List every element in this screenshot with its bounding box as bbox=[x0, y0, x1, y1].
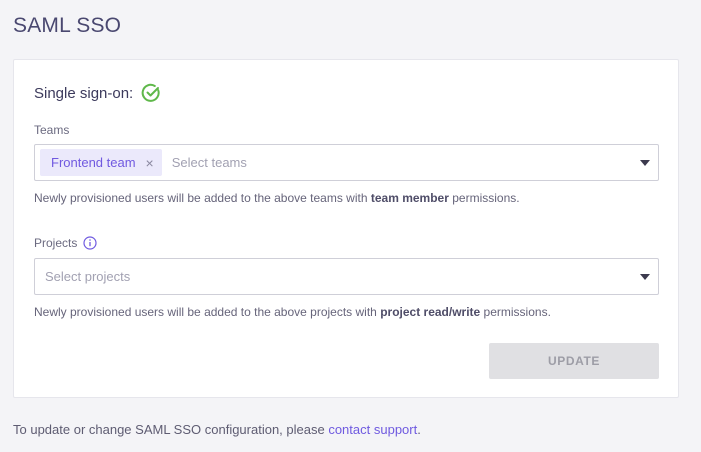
close-icon[interactable]: × bbox=[146, 155, 154, 171]
footer-text: To update or change SAML SSO configurati… bbox=[13, 422, 329, 437]
teams-helper-prefix: Newly provisioned users will be added to… bbox=[34, 191, 371, 205]
projects-label-text: Projects bbox=[34, 236, 78, 250]
teams-label: Teams bbox=[34, 123, 69, 137]
teams-select[interactable]: Frontend team × Select teams bbox=[34, 144, 659, 181]
teams-label-text: Teams bbox=[34, 123, 70, 137]
projects-helper-suffix: permissions. bbox=[480, 305, 551, 319]
sso-card: Single sign-on: Teams Frontend team × Se… bbox=[13, 59, 679, 398]
teams-helper-bold: team member bbox=[370, 191, 449, 205]
footer-note: To update or change SAML SSO configurati… bbox=[13, 422, 421, 437]
page-title: SAML SSO bbox=[13, 14, 122, 37]
caret-down-icon[interactable] bbox=[640, 160, 650, 166]
projects-placeholder: Select projects bbox=[45, 269, 131, 284]
check-circle-icon bbox=[141, 83, 161, 103]
footer-suffix: . bbox=[417, 422, 421, 437]
projects-label: Projects bbox=[34, 236, 97, 250]
teams-placeholder: Select teams bbox=[171, 155, 247, 170]
projects-select[interactable]: Select projects bbox=[34, 258, 659, 295]
projects-helper-bold: project read/write bbox=[380, 305, 481, 319]
projects-helper-text: Newly provisioned users will be added to… bbox=[34, 305, 551, 319]
info-icon[interactable] bbox=[83, 236, 97, 250]
update-button[interactable]: UPDATE bbox=[489, 343, 659, 379]
card-title-text: Single sign-on: bbox=[34, 84, 134, 102]
teams-helper-suffix: permissions. bbox=[448, 191, 520, 205]
contact-support-link[interactable]: contact support bbox=[328, 422, 417, 437]
teams-helper-text: Newly provisioned users will be added to… bbox=[34, 191, 520, 205]
projects-helper-prefix: Newly provisioned users will be added to… bbox=[34, 305, 381, 319]
team-tag-label: Frontend team bbox=[51, 155, 136, 170]
caret-down-icon[interactable] bbox=[640, 274, 650, 280]
card-title: Single sign-on: bbox=[34, 83, 161, 103]
team-tag: Frontend team × bbox=[40, 149, 162, 176]
